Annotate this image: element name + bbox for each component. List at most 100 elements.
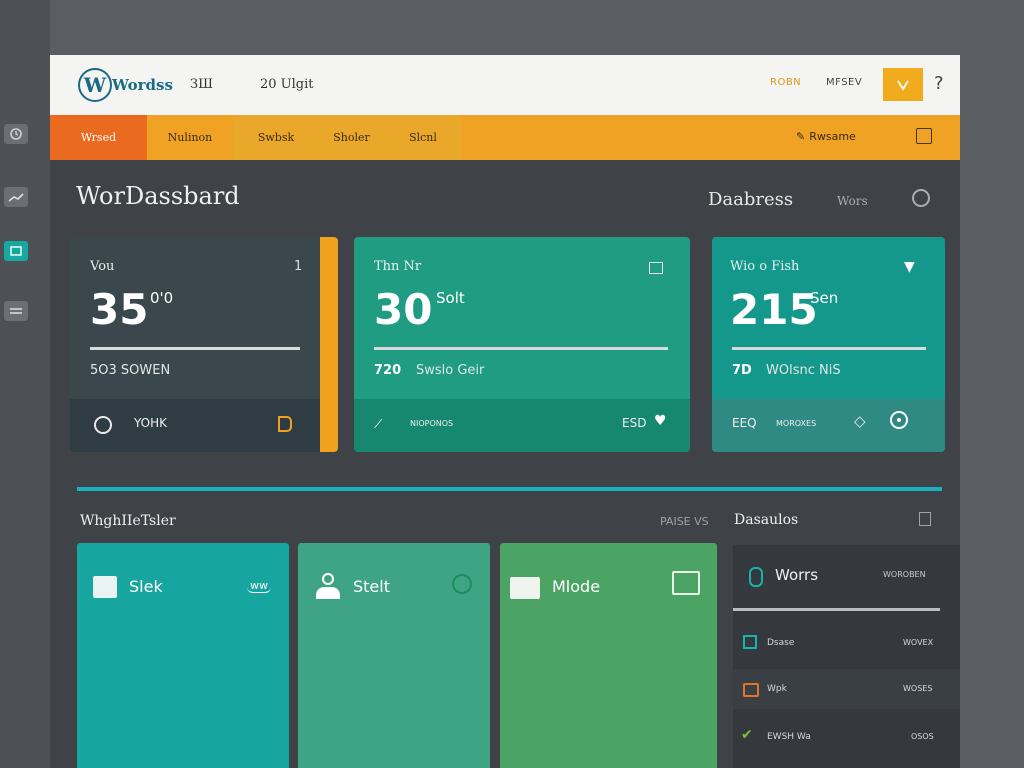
card-accent-strip xyxy=(320,237,338,452)
expand-icon[interactable] xyxy=(919,512,931,526)
nav-right[interactable]: ✎ Rwsame xyxy=(796,130,856,143)
notification-button[interactable] xyxy=(883,68,923,101)
stat-sub: 5O3 SOWEN xyxy=(90,363,171,378)
page-right-link[interactable]: Wors xyxy=(837,194,868,208)
search-icon[interactable] xyxy=(452,574,472,594)
stat-card-work[interactable]: Wio o Fish ▼ 215 Sen 7D WOlsnc NiS EEQ M… xyxy=(712,237,945,452)
check-icon: ✔ xyxy=(741,727,753,743)
topbar-right-2[interactable]: MFSEV xyxy=(826,77,862,88)
side-row-value: WOSES xyxy=(903,684,933,693)
wordpress-logo-icon[interactable]: W xyxy=(78,68,112,102)
stat-divider xyxy=(732,347,926,350)
top-bar: W Wordss ЗШ 20 Ulgit ROBN MFSEV ? xyxy=(50,55,960,115)
heart-icon[interactable]: ♥ xyxy=(654,413,667,429)
calendar-icon[interactable] xyxy=(672,571,700,595)
page-title: WorDassbard xyxy=(76,182,240,210)
stat-sub-num: 720 xyxy=(374,363,402,378)
settings-icon[interactable] xyxy=(912,189,930,207)
section-divider xyxy=(77,487,942,491)
stat-card-visits[interactable]: Vou 1 35 0'0 5O3 SOWEN YOHK xyxy=(70,237,338,452)
stat-unit: Solt xyxy=(436,289,465,307)
circle-icon xyxy=(94,416,112,434)
stat-footer-text: YOHK xyxy=(134,416,168,430)
stat-sub-num: 7D xyxy=(732,363,752,378)
tile-stats[interactable]: Stelt xyxy=(298,543,490,768)
user-icon: ✎ xyxy=(796,130,806,143)
stat-label: Thn Nr xyxy=(374,259,422,274)
nav-item-3[interactable]: Swbsk xyxy=(233,115,319,160)
mail-icon xyxy=(510,577,540,599)
stat-divider xyxy=(90,347,300,350)
side-panel-title: Worrs xyxy=(775,566,819,584)
stat-footer: ⟋ NIOPONOS ESD ♥ xyxy=(354,399,690,452)
topbar-right-1[interactable]: ROBN xyxy=(770,77,801,88)
tile-badge: ww xyxy=(247,579,271,593)
stat-label: Wio o Fish xyxy=(730,259,800,274)
side-panel-divider xyxy=(733,608,940,611)
stat-value: 35 xyxy=(90,285,149,334)
stat-label: Vou xyxy=(90,259,115,274)
tag-icon[interactable]: ◇ xyxy=(854,412,866,430)
side-row-value: OSOS xyxy=(911,732,934,741)
nav-item-1[interactable]: Wrsed xyxy=(50,115,147,160)
nav-item-5[interactable]: Slcnl xyxy=(384,115,462,160)
funnel-icon[interactable]: ▼ xyxy=(904,259,915,275)
stat-footer-right: ESD xyxy=(622,416,647,430)
stat-sub: WOlsnc NiS xyxy=(766,363,841,378)
media-icon[interactable] xyxy=(4,241,28,261)
side-panel: Worrs WOROBEN Dsase WOVEX Wpk WOSES ✔ EW… xyxy=(733,545,960,768)
stat-value: 215 xyxy=(730,285,818,334)
stat-footer-text: NIOPONOS xyxy=(410,419,454,428)
target-icon[interactable] xyxy=(890,411,908,429)
side-row-3[interactable]: ✔ EWSH Wa OSOS xyxy=(733,717,960,757)
tile-sales[interactable]: Slek ww xyxy=(77,543,289,768)
nav-right-label: Rwsame xyxy=(809,130,856,143)
topbar-item-1[interactable]: ЗШ xyxy=(190,77,213,92)
tile-label: Stelt xyxy=(353,577,390,596)
folder-icon xyxy=(743,683,759,697)
question-icon[interactable]: ? xyxy=(934,73,944,94)
section-title: WhghIIeTsler xyxy=(80,513,176,529)
stat-footer-left: EEQ xyxy=(732,416,757,430)
side-panel-title-right[interactable]: WOROBEN xyxy=(883,570,926,579)
page-right-title: Daabress xyxy=(708,189,794,210)
stat-footer-text: MOROXES xyxy=(776,419,817,428)
stat-footer: EEQ MOROXES ◇ xyxy=(712,399,945,452)
tile-label: Slek xyxy=(129,577,163,596)
chart-icon[interactable] xyxy=(4,187,28,207)
side-row-label: Wpk xyxy=(767,684,787,694)
nav-item-4[interactable]: Sholer xyxy=(319,115,384,160)
bookmark-icon[interactable] xyxy=(278,416,292,432)
stat-card-time[interactable]: Thn Nr 30 Solt 720 Swslo Geir ⟋ NIOPONOS… xyxy=(354,237,690,452)
tile-mode[interactable]: Mlode xyxy=(500,543,717,768)
user-icon xyxy=(314,573,342,601)
left-rail xyxy=(0,0,50,768)
nav-item-2[interactable]: Nulinon xyxy=(147,115,233,160)
note-icon[interactable] xyxy=(916,128,932,144)
square-icon xyxy=(743,635,757,649)
brand-name: Wordss xyxy=(112,76,173,94)
shield-icon xyxy=(897,80,909,91)
trend-icon: ⟋ xyxy=(374,417,383,431)
side-row-value: WOVEX xyxy=(903,638,934,647)
stat-unit: 0'0 xyxy=(150,289,174,307)
tile-label: Mlode xyxy=(552,577,601,596)
side-row-label: EWSH Wa xyxy=(767,732,811,742)
side-row-2[interactable]: Wpk WOSES xyxy=(733,669,960,709)
stat-sub: Swslo Geir xyxy=(416,363,485,378)
stat-corner: 1 xyxy=(294,259,303,274)
card-menu-icon[interactable] xyxy=(649,262,663,274)
side-row-1[interactable]: Dsase WOVEX xyxy=(733,623,960,663)
section-mid-link[interactable]: PAISE VS xyxy=(660,515,709,528)
topbar-item-2[interactable]: 20 Ulgit xyxy=(260,77,314,92)
stat-value: 30 xyxy=(374,285,433,334)
side-panel-header: Worrs WOROBEN xyxy=(733,545,960,603)
bag-icon xyxy=(93,576,117,598)
clock-icon xyxy=(749,567,763,587)
side-section-title: Dasaulos xyxy=(734,512,799,528)
history-icon[interactable] xyxy=(4,124,28,144)
stat-unit: Sen xyxy=(810,289,839,307)
main-nav: Wrsed Nulinon Swbsk Sholer Slcnl ✎ Rwsam… xyxy=(50,115,960,160)
stat-divider xyxy=(374,347,668,350)
list-icon[interactable] xyxy=(4,301,28,321)
